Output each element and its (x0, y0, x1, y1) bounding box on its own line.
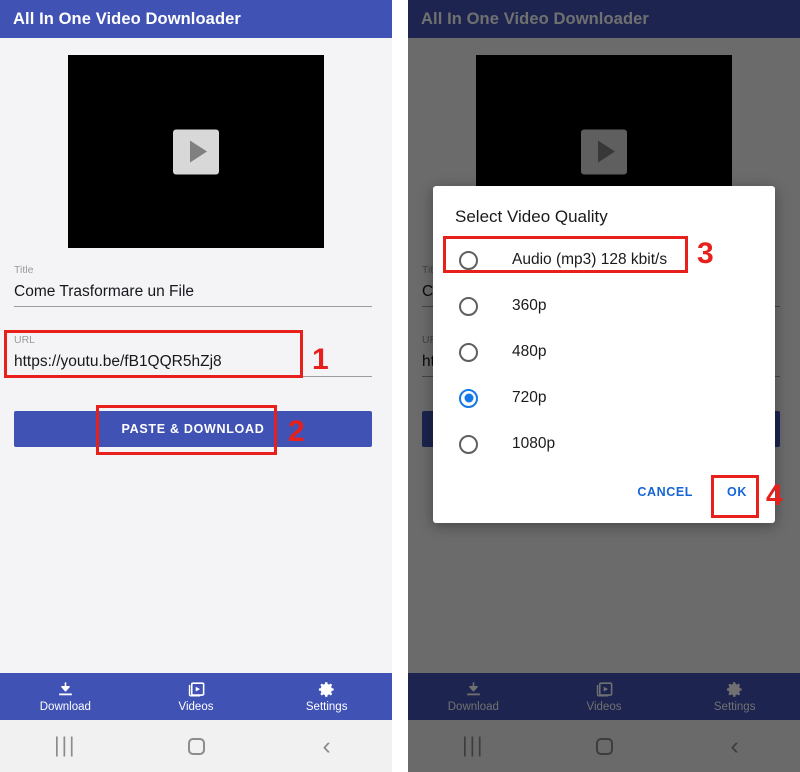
quality-option-720p[interactable]: 720p (433, 375, 775, 421)
video-thumbnail[interactable] (68, 55, 324, 248)
cancel-button[interactable]: CANCEL (623, 477, 707, 507)
quality-option-audio-mp3-label: Audio (mp3) 128 kbit/s (512, 251, 668, 268)
title-field-label: Title (14, 264, 34, 276)
ok-button[interactable]: OK (713, 477, 761, 507)
system-navigation-bar: ||| ‹ (0, 720, 392, 772)
left-phone-screen: All In One Video Downloader Title Come T… (0, 0, 392, 772)
left-screen-content: Title Come Trasformare un File URL https… (0, 38, 392, 683)
quality-option-360p-label: 360p (512, 297, 547, 314)
home-icon-dimmed (595, 737, 613, 755)
system-recents-button[interactable]: ||| (0, 720, 131, 772)
system-home-button-dimmed (539, 720, 670, 772)
home-icon (187, 737, 205, 755)
dialog-action-bar: CANCEL OK (433, 473, 775, 523)
app-bar-dimmed: All In One Video Downloader (408, 0, 800, 38)
video-library-icon (188, 681, 204, 697)
play-triangle-icon-dimmed (597, 140, 615, 163)
quality-option-1080p[interactable]: 1080p (433, 421, 775, 467)
gear-icon (319, 681, 334, 697)
bottom-navigation-bar-dimmed: Download Videos Settings (408, 673, 800, 720)
title-field-value[interactable]: Come Trasformare un File (14, 277, 372, 304)
nav-item-download-label-dimmed: Download (447, 700, 499, 713)
system-back-button-dimmed: ‹ (669, 720, 800, 772)
recents-icon-dimmed: ||| (462, 734, 485, 757)
right-phone-screen: All In One Video Downloader Title Come T… (408, 0, 800, 772)
nav-item-settings-label: Settings (305, 700, 348, 713)
nav-item-settings[interactable]: Settings (261, 673, 392, 720)
back-icon: ‹ (322, 731, 331, 760)
play-icon[interactable] (173, 129, 219, 174)
system-back-button[interactable]: ‹ (261, 720, 392, 772)
play-triangle-icon (189, 140, 207, 163)
url-field-label: URL (14, 334, 36, 346)
nav-item-videos[interactable]: Videos (131, 673, 262, 720)
nav-item-settings-label-dimmed: Settings (713, 700, 756, 713)
title-field-underline (14, 306, 372, 307)
nav-item-download[interactable]: Download (0, 673, 131, 720)
nav-item-videos-label: Videos (178, 700, 214, 713)
screenshot-root: All In One Video Downloader Title Come T… (0, 0, 800, 772)
quality-options-list: Audio (mp3) 128 kbit/s 360p 480p 720p 10… (433, 237, 775, 473)
video-library-icon-dimmed (596, 681, 612, 697)
select-video-quality-dialog: Select Video Quality Audio (mp3) 128 kbi… (433, 186, 775, 523)
nav-item-settings-dimmed: Settings (669, 673, 800, 720)
dialog-title: Select Video Quality (455, 207, 608, 226)
radio-icon-360p[interactable] (459, 296, 478, 316)
url-field-underline (14, 376, 372, 377)
radio-icon-1080p[interactable] (459, 434, 478, 454)
nav-item-download-label: Download (39, 700, 91, 713)
recents-icon: ||| (54, 734, 77, 757)
app-bar: All In One Video Downloader (0, 0, 392, 38)
nav-item-videos-dimmed: Videos (539, 673, 670, 720)
paste-download-button[interactable]: PASTE & DOWNLOAD (14, 411, 372, 447)
quality-option-480p[interactable]: 480p (433, 329, 775, 375)
download-icon (58, 681, 72, 695)
url-field[interactable]: URL https://youtu.be/fB1QQR5hZj8 (14, 334, 372, 377)
quality-option-audio-mp3[interactable]: Audio (mp3) 128 kbit/s (433, 237, 775, 283)
quality-option-720p-label: 720p (512, 389, 547, 406)
quality-option-1080p-label: 1080p (512, 435, 556, 452)
title-field[interactable]: Title Come Trasformare un File (14, 264, 372, 307)
nav-item-download-dimmed: Download (408, 673, 539, 720)
app-title-dimmed: All In One Video Downloader (421, 9, 649, 28)
radio-icon-audio-mp3[interactable] (459, 250, 478, 270)
back-icon-dimmed: ‹ (730, 731, 739, 760)
radio-icon-720p[interactable] (459, 388, 478, 408)
gear-icon-dimmed (727, 681, 742, 697)
app-title: All In One Video Downloader (13, 9, 241, 28)
play-icon-dimmed (581, 129, 627, 174)
quality-option-480p-label: 480p (512, 343, 547, 360)
system-navigation-bar-dimmed: ||| ‹ (408, 720, 800, 772)
url-field-value[interactable]: https://youtu.be/fB1QQR5hZj8 (14, 347, 372, 374)
quality-option-360p[interactable]: 360p (433, 283, 775, 329)
bottom-navigation-bar: Download Videos Settings (0, 673, 392, 720)
system-recents-button-dimmed: ||| (408, 720, 539, 772)
system-home-button[interactable] (131, 720, 262, 772)
download-icon-dimmed (466, 681, 480, 695)
radio-icon-480p[interactable] (459, 342, 478, 362)
nav-item-videos-label-dimmed: Videos (586, 700, 622, 713)
panel-divider (392, 0, 408, 772)
